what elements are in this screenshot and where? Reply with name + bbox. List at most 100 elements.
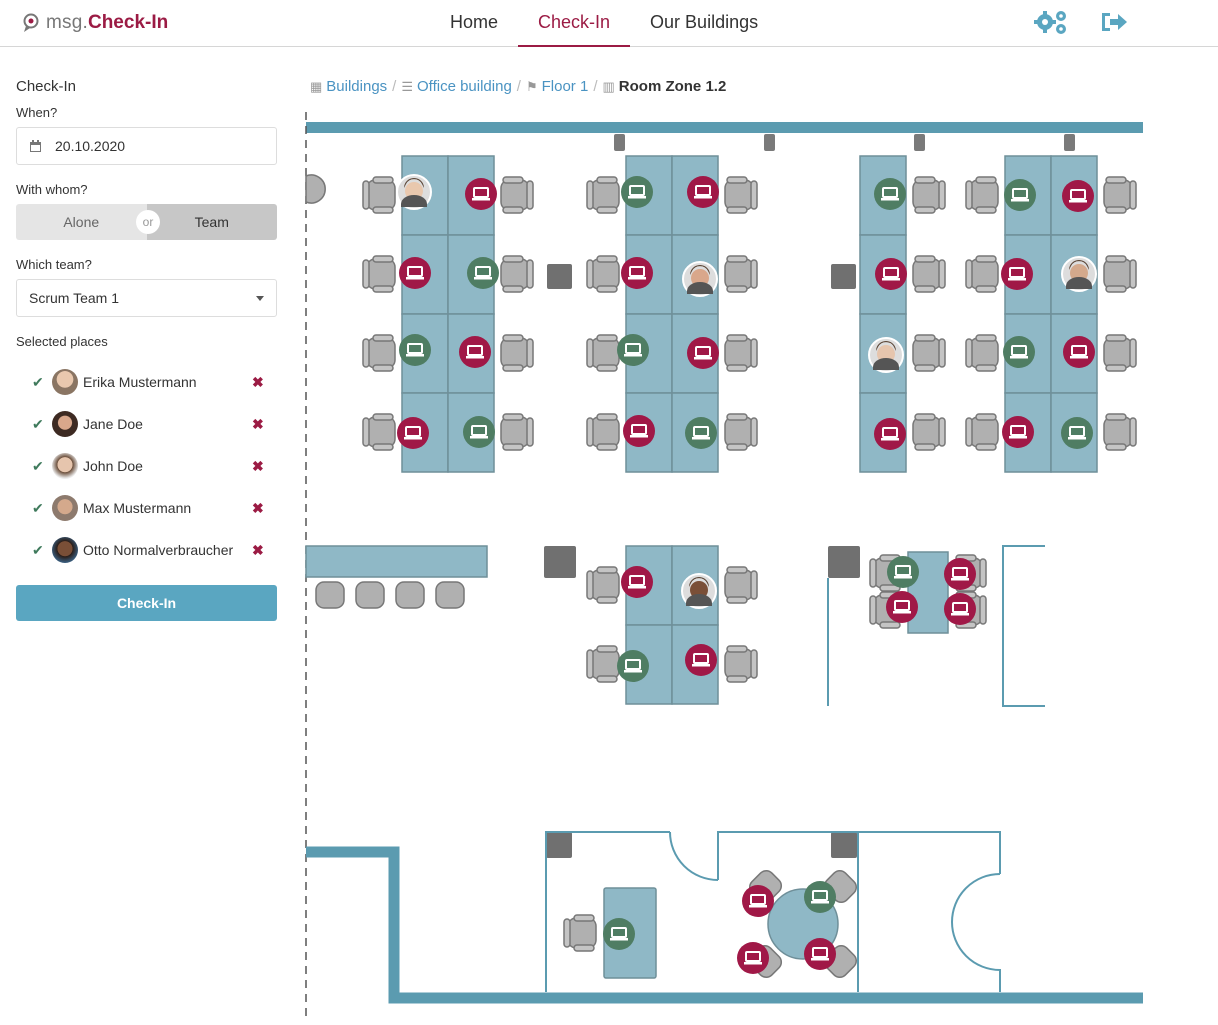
assigned-person-avatar[interactable]: [868, 337, 904, 373]
occupied-seat-laptop-icon[interactable]: [621, 257, 653, 289]
occupied-seat-laptop-icon[interactable]: [459, 336, 491, 368]
avatar: [52, 453, 78, 479]
occupied-seat-laptop-icon[interactable]: [737, 942, 769, 974]
avatar: [52, 369, 78, 395]
sign-out-icon[interactable]: [1098, 8, 1134, 36]
avatar: [52, 411, 78, 437]
desk-block-d: [966, 156, 1136, 472]
available-seat-laptop-icon[interactable]: [685, 417, 717, 449]
available-seat-laptop-icon[interactable]: [1003, 336, 1035, 368]
person-name: Otto Normalverbraucher: [83, 542, 234, 558]
breadcrumb-separator: /: [593, 78, 598, 95]
chair: [305, 174, 326, 204]
remove-icon[interactable]: ✖: [252, 374, 264, 391]
check-icon: ✔: [32, 415, 44, 432]
outer-wall-bottom: [306, 846, 1143, 1004]
location-pin-icon: [23, 13, 39, 32]
occupied-seat-laptop-icon[interactable]: [397, 417, 429, 449]
sidebar-title: Check-In: [16, 78, 77, 95]
occupied-seat-laptop-icon[interactable]: [623, 415, 655, 447]
available-seat-laptop-icon[interactable]: [621, 176, 653, 208]
checkin-sidebar: Check-In When? 20.10.2020 With whom? Alo…: [16, 78, 277, 621]
available-seat-laptop-icon[interactable]: [467, 257, 499, 289]
occupied-seat-laptop-icon[interactable]: [685, 644, 717, 676]
team-select[interactable]: Scrum Team 1: [16, 279, 277, 317]
person-name: Max Mustermann: [83, 500, 192, 516]
checkin-button[interactable]: Check-In: [16, 585, 277, 621]
check-icon: ✔: [32, 457, 44, 474]
breadcrumb-buildings[interactable]: Buildings: [326, 78, 387, 95]
signpost-icon: ⚑: [525, 78, 538, 94]
floor-plan: [305, 112, 1143, 1022]
occupied-seat-laptop-icon[interactable]: [399, 257, 431, 289]
calendar-icon: [30, 140, 41, 152]
occupied-seat-laptop-icon[interactable]: [874, 418, 906, 450]
available-seat-laptop-icon[interactable]: [463, 416, 495, 448]
breadcrumb: ▦ Buildings / ☰ Office building / ⚑ Floo…: [310, 78, 726, 95]
selected-person: ✔ John Doe ✖: [16, 445, 277, 487]
remove-icon[interactable]: ✖: [252, 458, 264, 475]
occupied-seat-laptop-icon[interactable]: [621, 566, 653, 598]
occupied-seat-laptop-icon[interactable]: [742, 885, 774, 917]
toggle-alone[interactable]: Alone: [16, 204, 147, 240]
available-seat-laptop-icon[interactable]: [804, 881, 836, 913]
available-seat-laptop-icon[interactable]: [1061, 417, 1093, 449]
person-name: Erika Mustermann: [83, 374, 197, 390]
occupied-seat-laptop-icon[interactable]: [1002, 416, 1034, 448]
team-select-value: Scrum Team 1: [29, 290, 119, 306]
breadcrumb-floor[interactable]: Floor 1: [542, 78, 589, 95]
assigned-person-avatar[interactable]: [396, 174, 432, 210]
occupied-seat-laptop-icon[interactable]: [1063, 336, 1095, 368]
assigned-person-avatar[interactable]: [682, 261, 718, 297]
breadcrumb-zone: Room Zone 1.2: [618, 78, 727, 95]
gears-icon[interactable]: [1033, 8, 1069, 36]
available-seat-laptop-icon[interactable]: [1004, 179, 1036, 211]
assigned-person-avatar[interactable]: [1061, 256, 1097, 292]
selected-person: ✔ Jane Doe ✖: [16, 403, 277, 445]
map-icon: ▥: [602, 78, 615, 94]
meeting-room-small: [827, 545, 1045, 707]
when-label: When?: [16, 105, 58, 120]
person-name: Jane Doe: [83, 416, 143, 432]
top-navigation-bar: msg. Check-In Home Check-In Our Building…: [0, 0, 1218, 47]
nav-checkin[interactable]: Check-In: [518, 0, 631, 47]
desk-block-a: [362, 155, 533, 473]
check-icon: ✔: [32, 373, 44, 390]
occupied-seat-laptop-icon[interactable]: [886, 591, 918, 623]
date-value: 20.10.2020: [55, 138, 126, 154]
occupied-seat-laptop-icon[interactable]: [687, 337, 719, 369]
available-seat-laptop-icon[interactable]: [874, 178, 906, 210]
occupied-seat-laptop-icon[interactable]: [1062, 180, 1094, 212]
desk-block-b: [587, 156, 757, 472]
date-field[interactable]: 20.10.2020: [16, 127, 277, 165]
person-name: John Doe: [83, 458, 143, 474]
nav-home[interactable]: Home: [430, 0, 518, 47]
occupied-seat-laptop-icon[interactable]: [465, 178, 497, 210]
occupied-seat-laptop-icon[interactable]: [875, 258, 907, 290]
remove-icon[interactable]: ✖: [252, 416, 264, 433]
breadcrumb-separator: /: [516, 78, 521, 95]
app-logo[interactable]: msg. Check-In: [22, 12, 168, 34]
avatar: [52, 537, 78, 563]
available-seat-laptop-icon[interactable]: [617, 650, 649, 682]
available-seat-laptop-icon[interactable]: [399, 334, 431, 366]
remove-icon[interactable]: ✖: [252, 500, 264, 517]
check-icon: ✔: [32, 541, 44, 558]
assigned-person-avatar[interactable]: [681, 573, 717, 609]
available-seat-laptop-icon[interactable]: [617, 334, 649, 366]
building-icon: ▦: [310, 78, 323, 94]
nav-buildings[interactable]: Our Buildings: [630, 0, 778, 47]
breadcrumb-separator: /: [392, 78, 397, 95]
remove-icon[interactable]: ✖: [252, 542, 264, 559]
list-icon: ☰: [401, 78, 413, 94]
toggle-team[interactable]: Team: [146, 204, 277, 240]
breadcrumb-office[interactable]: Office building: [417, 78, 512, 95]
which-team-label: Which team?: [16, 257, 92, 272]
occupied-seat-laptop-icon[interactable]: [1001, 258, 1033, 290]
occupied-seat-laptop-icon[interactable]: [804, 938, 836, 970]
available-seat-laptop-icon[interactable]: [887, 556, 919, 588]
available-seat-laptop-icon[interactable]: [603, 918, 635, 950]
occupied-seat-laptop-icon[interactable]: [944, 593, 976, 625]
occupied-seat-laptop-icon[interactable]: [687, 176, 719, 208]
occupied-seat-laptop-icon[interactable]: [944, 558, 976, 590]
